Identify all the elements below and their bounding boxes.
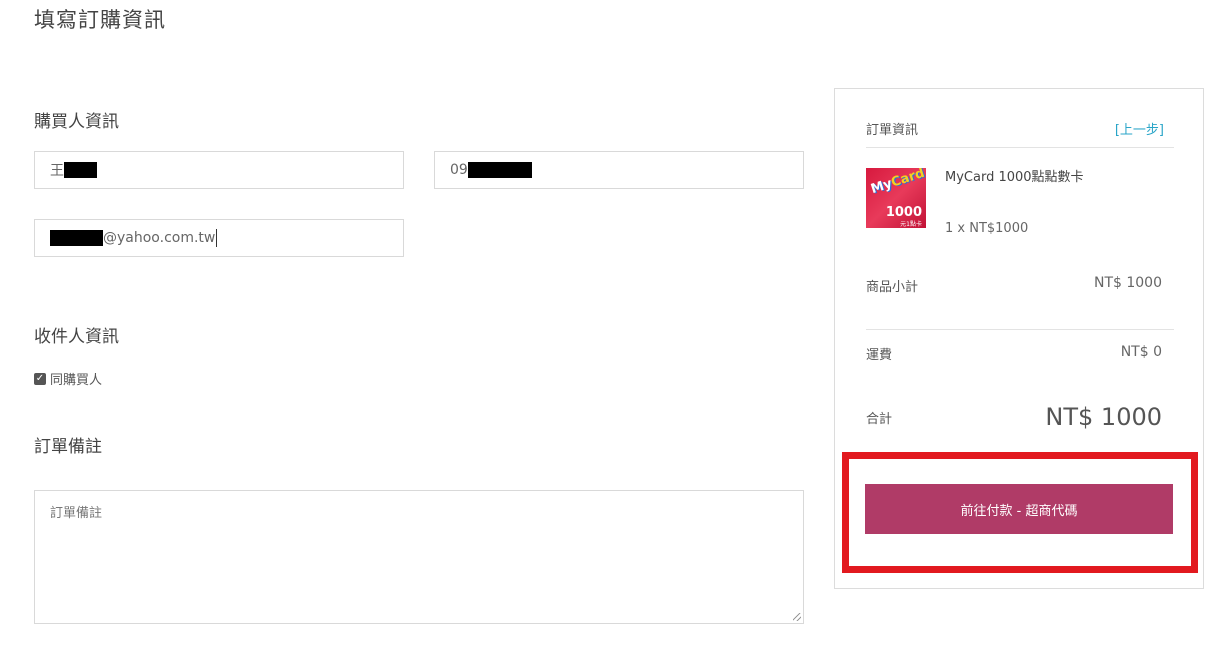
shipping-label: 運費 xyxy=(866,348,893,363)
buyer-email-field[interactable]: @yahoo.com.tw xyxy=(34,219,404,257)
total-value: NT$ 1000 xyxy=(1045,403,1162,431)
notes-placeholder: 訂單備註 xyxy=(50,506,103,521)
subtotal-value: NT$ 1000 xyxy=(1093,275,1162,291)
buyer-name-field[interactable]: 王 xyxy=(34,151,404,189)
total-label: 合計 xyxy=(866,412,893,427)
buyer-name-value: 王 xyxy=(50,163,64,179)
order-notes-textarea[interactable]: 訂單備註 xyxy=(34,490,804,624)
product-image-logo: MyCard xyxy=(869,168,926,198)
shipping-value: NT$ 0 xyxy=(1120,344,1162,360)
back-link[interactable]: [上一步] xyxy=(1115,119,1164,138)
buyer-email-value: @yahoo.com.tw xyxy=(103,230,216,246)
pay-convenience-store-button[interactable]: 前往付款 - 超商代碼 xyxy=(865,484,1173,534)
divider xyxy=(866,147,1174,148)
same-as-buyer-checkbox[interactable]: ✓ xyxy=(34,372,46,385)
redaction-block xyxy=(64,162,97,178)
subtotal-label: 商品小計 xyxy=(866,280,919,295)
product-quantity-price: 1 x NT$1000 xyxy=(945,221,1029,236)
resize-grip-icon[interactable] xyxy=(793,613,801,621)
summary-title: 訂單資訊 xyxy=(866,123,919,138)
product-image: MyCard 1000 元1點卡 xyxy=(866,168,926,228)
product-name: MyCard 1000點點數卡 xyxy=(945,170,1084,185)
page-title: 填寫訂購資訊 xyxy=(34,8,166,32)
buyer-phone-value: 09 xyxy=(450,162,468,178)
same-as-buyer-label: 同購買人 xyxy=(50,373,103,388)
recipient-section-title: 收件人資訊 xyxy=(34,327,119,347)
same-as-buyer-row[interactable]: ✓ 同購買人 xyxy=(34,369,102,388)
product-image-amount: 1000 xyxy=(885,205,922,220)
divider xyxy=(866,329,1174,330)
buyer-phone-field[interactable]: 09 xyxy=(434,151,804,189)
redaction-block xyxy=(467,162,532,178)
redaction-block xyxy=(50,230,103,246)
product-image-sub: 元1點卡 xyxy=(900,221,922,228)
text-caret xyxy=(216,229,218,247)
notes-section-title: 訂單備註 xyxy=(34,437,102,457)
buyer-section-title: 購買人資訊 xyxy=(34,112,119,132)
